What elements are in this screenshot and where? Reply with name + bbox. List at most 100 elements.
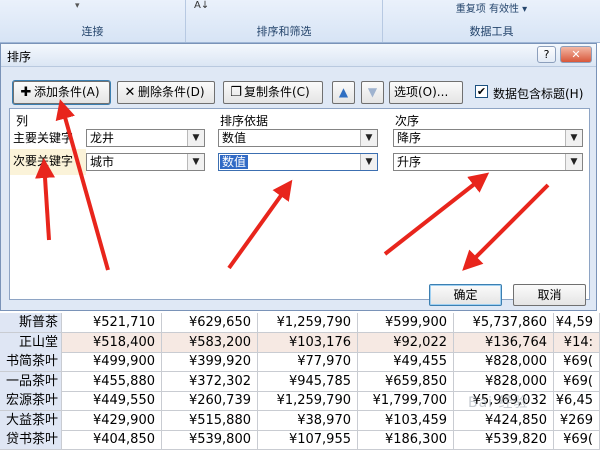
secondary-sort-on-value: 数值 xyxy=(220,155,249,169)
options-button[interactable]: 选项(O)... xyxy=(389,81,463,104)
chevron-down-icon[interactable]: ▼ xyxy=(360,130,377,146)
row-name-cell[interactable]: 书简茶叶 xyxy=(0,352,62,371)
sort-az-icon[interactable]: A↓ xyxy=(194,0,209,11)
value-cell[interactable]: ¥1,799,700 xyxy=(358,391,454,410)
value-cell[interactable]: ¥372,302 xyxy=(162,371,258,391)
value-cell[interactable]: ¥399,920 xyxy=(162,352,258,371)
value-cell[interactable]: ¥136,764 xyxy=(454,332,554,352)
row-name-cell[interactable]: 一品茶叶 xyxy=(0,371,62,391)
value-cell[interactable]: ¥49,455 xyxy=(358,352,454,371)
chevron-down-icon[interactable]: ▼ xyxy=(187,130,204,146)
value-cell[interactable]: ¥828,000 xyxy=(454,371,554,391)
value-cell[interactable]: ¥659,850 xyxy=(358,371,454,391)
arrow-up-icon: ▲ xyxy=(338,85,349,99)
value-cell[interactable]: ¥103,459 xyxy=(358,410,454,430)
row-name-cell[interactable]: 大益茶叶 xyxy=(0,410,62,430)
add-level-label: 添加条件(A) xyxy=(34,85,100,99)
secondary-order-select[interactable]: 升序 ▼ xyxy=(393,153,583,171)
value-cell[interactable]: ¥38,970 xyxy=(258,410,358,430)
arrow-down-icon: ▼ xyxy=(367,85,378,99)
value-cell[interactable]: ¥77,970 xyxy=(258,352,358,371)
delete-level-button[interactable]: ✕ 删除条件(D) xyxy=(117,81,215,104)
value-cell[interactable]: ¥269 xyxy=(554,410,600,430)
sort-dialog: 排序 ? ✕ ✚ 添加条件(A) ✕ 删除条件(D) ❐ 复制条件(C) ▲ ▼ 选项… xyxy=(0,43,597,311)
row-name-cell[interactable]: 正山堂 xyxy=(0,332,62,352)
add-level-button[interactable]: ✚ 添加条件(A) xyxy=(12,80,111,105)
sort-on-header: 排序依据 xyxy=(220,114,269,128)
secondary-sort-on-select[interactable]: 数值 ▼ xyxy=(218,153,378,171)
value-cell[interactable]: ¥521,710 xyxy=(62,313,162,332)
has-headers-label: 数据包含标题(H) xyxy=(493,87,584,101)
value-cell[interactable]: ¥69( xyxy=(554,430,600,449)
move-up-button[interactable]: ▲ xyxy=(332,81,355,104)
row-name-cell[interactable]: 斯普茶 xyxy=(0,313,62,332)
primary-key-label: 主要关键字 xyxy=(13,131,74,145)
value-cell[interactable]: ¥424,850 xyxy=(454,410,554,430)
table-row: 书简茶叶 ¥499,900 ¥399,920 ¥77,970 ¥49,455 ¥828,0… xyxy=(0,352,600,372)
close-button[interactable]: ✕ xyxy=(560,46,592,63)
secondary-column-value: 城市 xyxy=(90,155,115,169)
copy-level-button[interactable]: ❐ 复制条件(C) xyxy=(223,81,323,104)
value-cell[interactable]: ¥429,900 xyxy=(62,410,162,430)
value-cell[interactable]: ¥186,300 xyxy=(358,430,454,449)
value-cell[interactable]: ¥518,400 xyxy=(62,332,162,352)
value-cell[interactable]: ¥92,022 xyxy=(358,332,454,352)
ribbon-group-label: 连接 xyxy=(81,25,104,38)
chevron-down-icon[interactable]: ▾ xyxy=(75,1,80,11)
spreadsheet-rows: 斯普茶 ¥521,710 ¥629,650 ¥1,259,790 ¥599,900 ¥5,… xyxy=(0,313,600,450)
chevron-down-icon[interactable]: ▼ xyxy=(565,130,582,146)
value-cell[interactable]: ¥828,000 xyxy=(454,352,554,371)
dialog-titlebar[interactable]: 排序 ? ✕ xyxy=(1,44,596,67)
dialog-title: 排序 xyxy=(7,50,32,64)
value-cell[interactable]: ¥69( xyxy=(554,371,600,391)
help-button[interactable]: ? xyxy=(537,46,556,63)
value-cell[interactable]: ¥69( xyxy=(554,352,600,371)
move-down-button[interactable]: ▼ xyxy=(361,81,384,104)
ribbon-group-label: 排序和筛选 xyxy=(256,25,312,38)
copy-icon: ❐ xyxy=(230,85,242,100)
chevron-down-icon[interactable]: ▼ xyxy=(187,154,204,170)
value-cell[interactable]: ¥539,800 xyxy=(162,430,258,449)
value-cell[interactable]: ¥499,900 xyxy=(62,352,162,371)
value-cell[interactable]: ¥945,785 xyxy=(258,371,358,391)
row-name-cell[interactable]: 宏源茶叶 xyxy=(0,391,62,410)
chevron-down-icon[interactable]: ▼ xyxy=(565,154,582,170)
value-cell[interactable]: ¥107,955 xyxy=(258,430,358,449)
ribbon-group-connections: ▾ 连接 xyxy=(0,0,186,42)
row-name-cell[interactable]: 贷书茶叶 xyxy=(0,430,62,449)
cancel-button[interactable]: 取消 xyxy=(513,284,586,306)
ribbon-group-sort-filter: A↓ 排序和筛选 xyxy=(186,0,383,42)
has-headers-checkbox[interactable]: ✔ xyxy=(475,85,488,98)
value-cell[interactable]: ¥583,200 xyxy=(162,332,258,352)
ribbon-data-tools-buttons[interactable]: 重复项 有效性 ▾ xyxy=(383,0,600,15)
ribbon-group-label: 数据工具 xyxy=(469,25,514,38)
value-cell[interactable]: ¥6,45 xyxy=(554,391,600,410)
ok-button[interactable]: 确定 xyxy=(429,284,502,306)
value-cell[interactable]: ¥260,739 xyxy=(162,391,258,410)
chevron-down-icon[interactable]: ▼ xyxy=(360,154,377,170)
primary-sort-on-select[interactable]: 数值 ▼ xyxy=(218,129,378,147)
value-cell[interactable]: ¥103,176 xyxy=(258,332,358,352)
value-cell[interactable]: ¥599,900 xyxy=(358,313,454,332)
delete-level-label: 删除条件(D) xyxy=(138,85,205,99)
secondary-key-label: 次要关键字 xyxy=(13,154,74,168)
value-cell[interactable]: ¥404,850 xyxy=(62,430,162,449)
value-cell[interactable]: ¥455,880 xyxy=(62,371,162,391)
value-cell[interactable]: ¥5,737,860 xyxy=(454,313,554,332)
options-label: 选项(O)... xyxy=(394,85,449,99)
secondary-column-select[interactable]: 城市 ▼ xyxy=(86,153,205,171)
add-level-icon: ✚ xyxy=(20,85,32,100)
ribbon: ▾ 连接 A↓ 排序和筛选 重复项 有效性 ▾ 数据工具 xyxy=(0,0,600,43)
table-row: 贷书茶叶 ¥404,850 ¥539,800 ¥107,955 ¥186,300 ¥539… xyxy=(0,430,600,450)
value-cell[interactable]: ¥539,820 xyxy=(454,430,554,449)
primary-order-select[interactable]: 降序 ▼ xyxy=(393,129,583,147)
primary-column-select[interactable]: 龙井 ▼ xyxy=(86,129,205,147)
value-cell[interactable]: ¥1,259,790 xyxy=(258,391,358,410)
value-cell[interactable]: ¥14: xyxy=(554,332,600,352)
value-cell[interactable]: ¥515,880 xyxy=(162,410,258,430)
value-cell[interactable]: ¥4,59 xyxy=(554,313,600,332)
table-row: 大益茶叶 ¥429,900 ¥515,880 ¥38,970 ¥103,459 ¥424,… xyxy=(0,410,600,431)
value-cell[interactable]: ¥629,650 xyxy=(162,313,258,332)
value-cell[interactable]: ¥449,550 xyxy=(62,391,162,410)
value-cell[interactable]: ¥1,259,790 xyxy=(258,313,358,332)
